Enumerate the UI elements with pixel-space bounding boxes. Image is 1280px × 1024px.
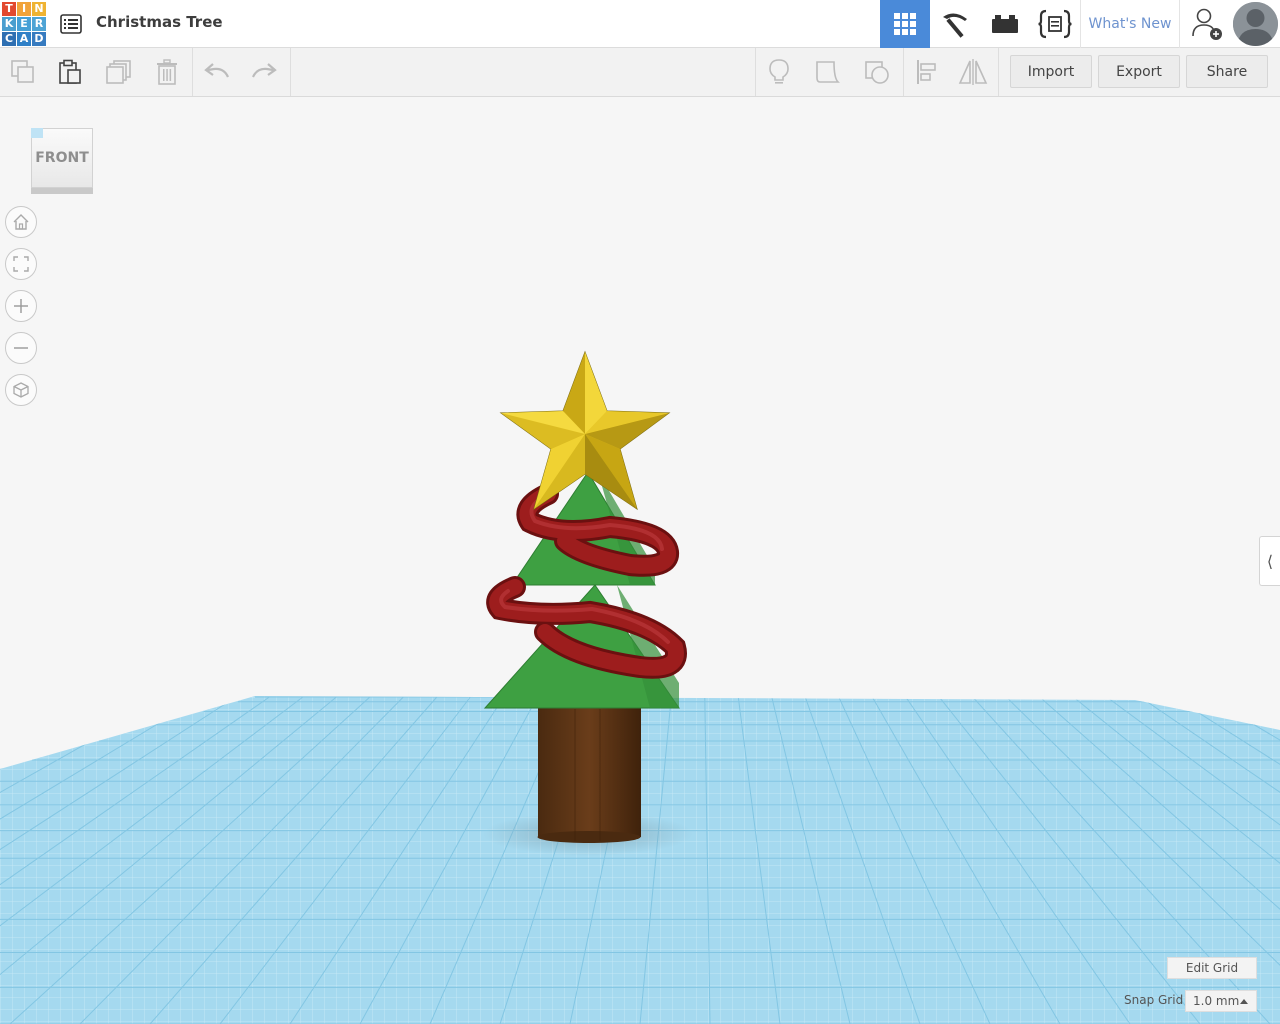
align-button[interactable] <box>904 48 950 96</box>
list-icon <box>60 14 82 34</box>
edit-grid-button[interactable]: Edit Grid <box>1167 957 1257 979</box>
mirror-icon <box>958 59 988 85</box>
grid-icon <box>894 13 916 35</box>
export-button[interactable]: Export <box>1098 55 1180 88</box>
trash-icon <box>157 59 177 85</box>
copy-icon <box>11 60 34 83</box>
avatar-silhouette-icon <box>1233 2 1278 46</box>
fit-icon <box>13 256 29 272</box>
mirror-button[interactable] <box>950 48 996 96</box>
ungroup-icon <box>865 61 889 84</box>
bricks-view-button[interactable] <box>980 0 1030 48</box>
toolbar-divider <box>192 48 193 96</box>
chevron-left-icon: ⟨ <box>1266 551 1274 571</box>
blocks-view-button[interactable] <box>930 0 980 48</box>
user-avatar[interactable] <box>1233 2 1278 46</box>
redo-icon <box>251 63 277 78</box>
zoom-out-button[interactable] <box>5 332 37 364</box>
group-button[interactable] <box>805 48 851 96</box>
design-list-button[interactable] <box>58 11 84 37</box>
paste-button[interactable] <box>47 48 93 96</box>
perspective-cube-icon <box>13 382 29 398</box>
3d-design-view-button[interactable] <box>880 0 930 48</box>
zoom-in-button[interactable] <box>5 290 37 322</box>
paste-icon <box>59 59 81 84</box>
logo-letter: A <box>17 32 31 46</box>
toolbar-divider <box>290 48 291 96</box>
zoom-out-icon <box>14 347 28 349</box>
delete-button[interactable] <box>144 48 190 96</box>
logo-letter: N <box>32 2 46 16</box>
shapes-panel-toggle[interactable]: ⟨ <box>1259 536 1280 586</box>
share-button[interactable]: Share <box>1186 55 1268 88</box>
import-button[interactable]: Import <box>1010 55 1092 88</box>
view-cube-bottom-face[interactable] <box>31 188 93 194</box>
logo-letter: T <box>2 2 16 16</box>
logo-letter: C <box>2 32 16 46</box>
invite-user-button[interactable] <box>1184 0 1230 48</box>
view-cube-label: FRONT <box>35 150 89 166</box>
view-cube-corner[interactable] <box>31 128 43 138</box>
fit-view-button[interactable] <box>5 248 37 280</box>
3d-viewport[interactable]: FRONT ⟨ Edit Grid Snap Grid 1.0 mm <box>0 97 1280 1024</box>
snap-grid-value: 1.0 mm <box>1193 994 1240 1008</box>
tree-trunk[interactable] <box>537 707 642 843</box>
scene-canvas <box>0 350 1280 1024</box>
lightbulb-icon <box>769 59 789 84</box>
codeblocks-view-button[interactable] <box>1030 0 1080 48</box>
snap-grid-label: Snap Grid <box>1124 993 1184 1007</box>
align-icon <box>917 60 936 84</box>
undo-button[interactable] <box>194 48 240 96</box>
home-icon <box>13 214 29 230</box>
ungroup-button[interactable] <box>854 48 900 96</box>
view-cube[interactable]: FRONT <box>30 128 94 196</box>
edit-toolbar: Import Export Share <box>0 48 1280 97</box>
brick-icon <box>992 15 1018 33</box>
group-icon <box>816 61 840 83</box>
home-view-button[interactable] <box>5 206 37 238</box>
tinkercad-logo[interactable]: T I N K E R C A D <box>2 2 46 46</box>
redo-button[interactable] <box>241 48 287 96</box>
logo-letter: R <box>32 17 46 31</box>
logo-letter: K <box>2 17 16 31</box>
codeblocks-icon <box>1038 9 1072 39</box>
perspective-toggle-button[interactable] <box>5 374 37 406</box>
caret-up-icon <box>1240 999 1248 1004</box>
top-header: T I N K E R C A D Christmas Tree What's … <box>0 0 1280 48</box>
duplicate-button[interactable] <box>96 48 142 96</box>
pickaxe-icon <box>943 13 967 38</box>
snap-grid-select[interactable]: 1.0 mm <box>1185 990 1257 1012</box>
undo-icon <box>204 63 230 78</box>
notes-button[interactable] <box>756 48 802 96</box>
toolbar-divider <box>998 48 999 96</box>
add-user-icon <box>1192 8 1222 40</box>
whats-new-link[interactable]: What's New <box>1080 0 1180 48</box>
logo-letter: D <box>32 32 46 46</box>
duplicate-icon <box>106 60 131 84</box>
logo-letter: I <box>17 2 31 16</box>
logo-letter: E <box>17 17 31 31</box>
zoom-in-icon <box>14 299 28 313</box>
copy-button[interactable] <box>0 48 46 96</box>
design-title[interactable]: Christmas Tree <box>96 13 223 31</box>
